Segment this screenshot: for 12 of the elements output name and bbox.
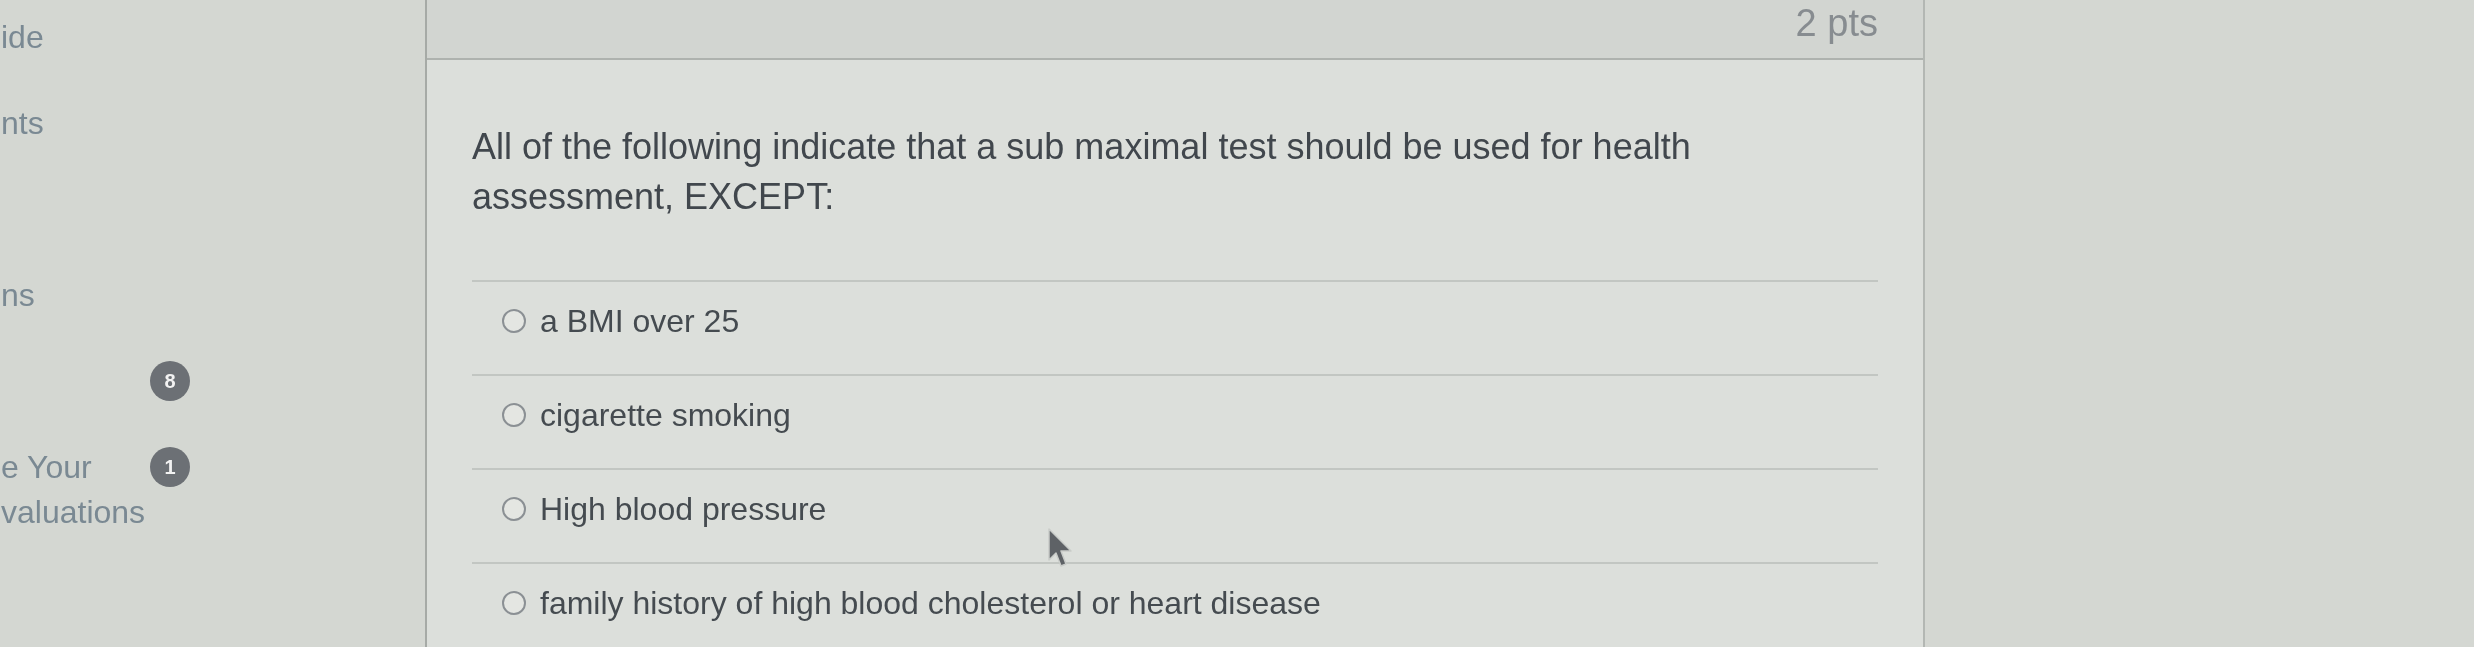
radio-button[interactable] [502,591,526,615]
answer-option[interactable]: family history of high blood cholesterol or heart disease [502,584,1321,622]
answer-option[interactable]: cigarette smoking [502,396,791,434]
radio-button[interactable] [502,403,526,427]
radio-button[interactable] [502,309,526,333]
answer-option[interactable]: High blood pressure [502,490,827,528]
points-label: 2 pts [1795,2,1878,44]
count-badge: 8 [150,361,190,401]
radio-button[interactable] [502,497,526,521]
answer-option[interactable]: a BMI over 25 [502,302,740,340]
count-badge: 1 [150,447,190,487]
question-text: All of the following indicate that a sub maximal test should be used for health assessment, EXCEPT: [472,125,1692,219]
